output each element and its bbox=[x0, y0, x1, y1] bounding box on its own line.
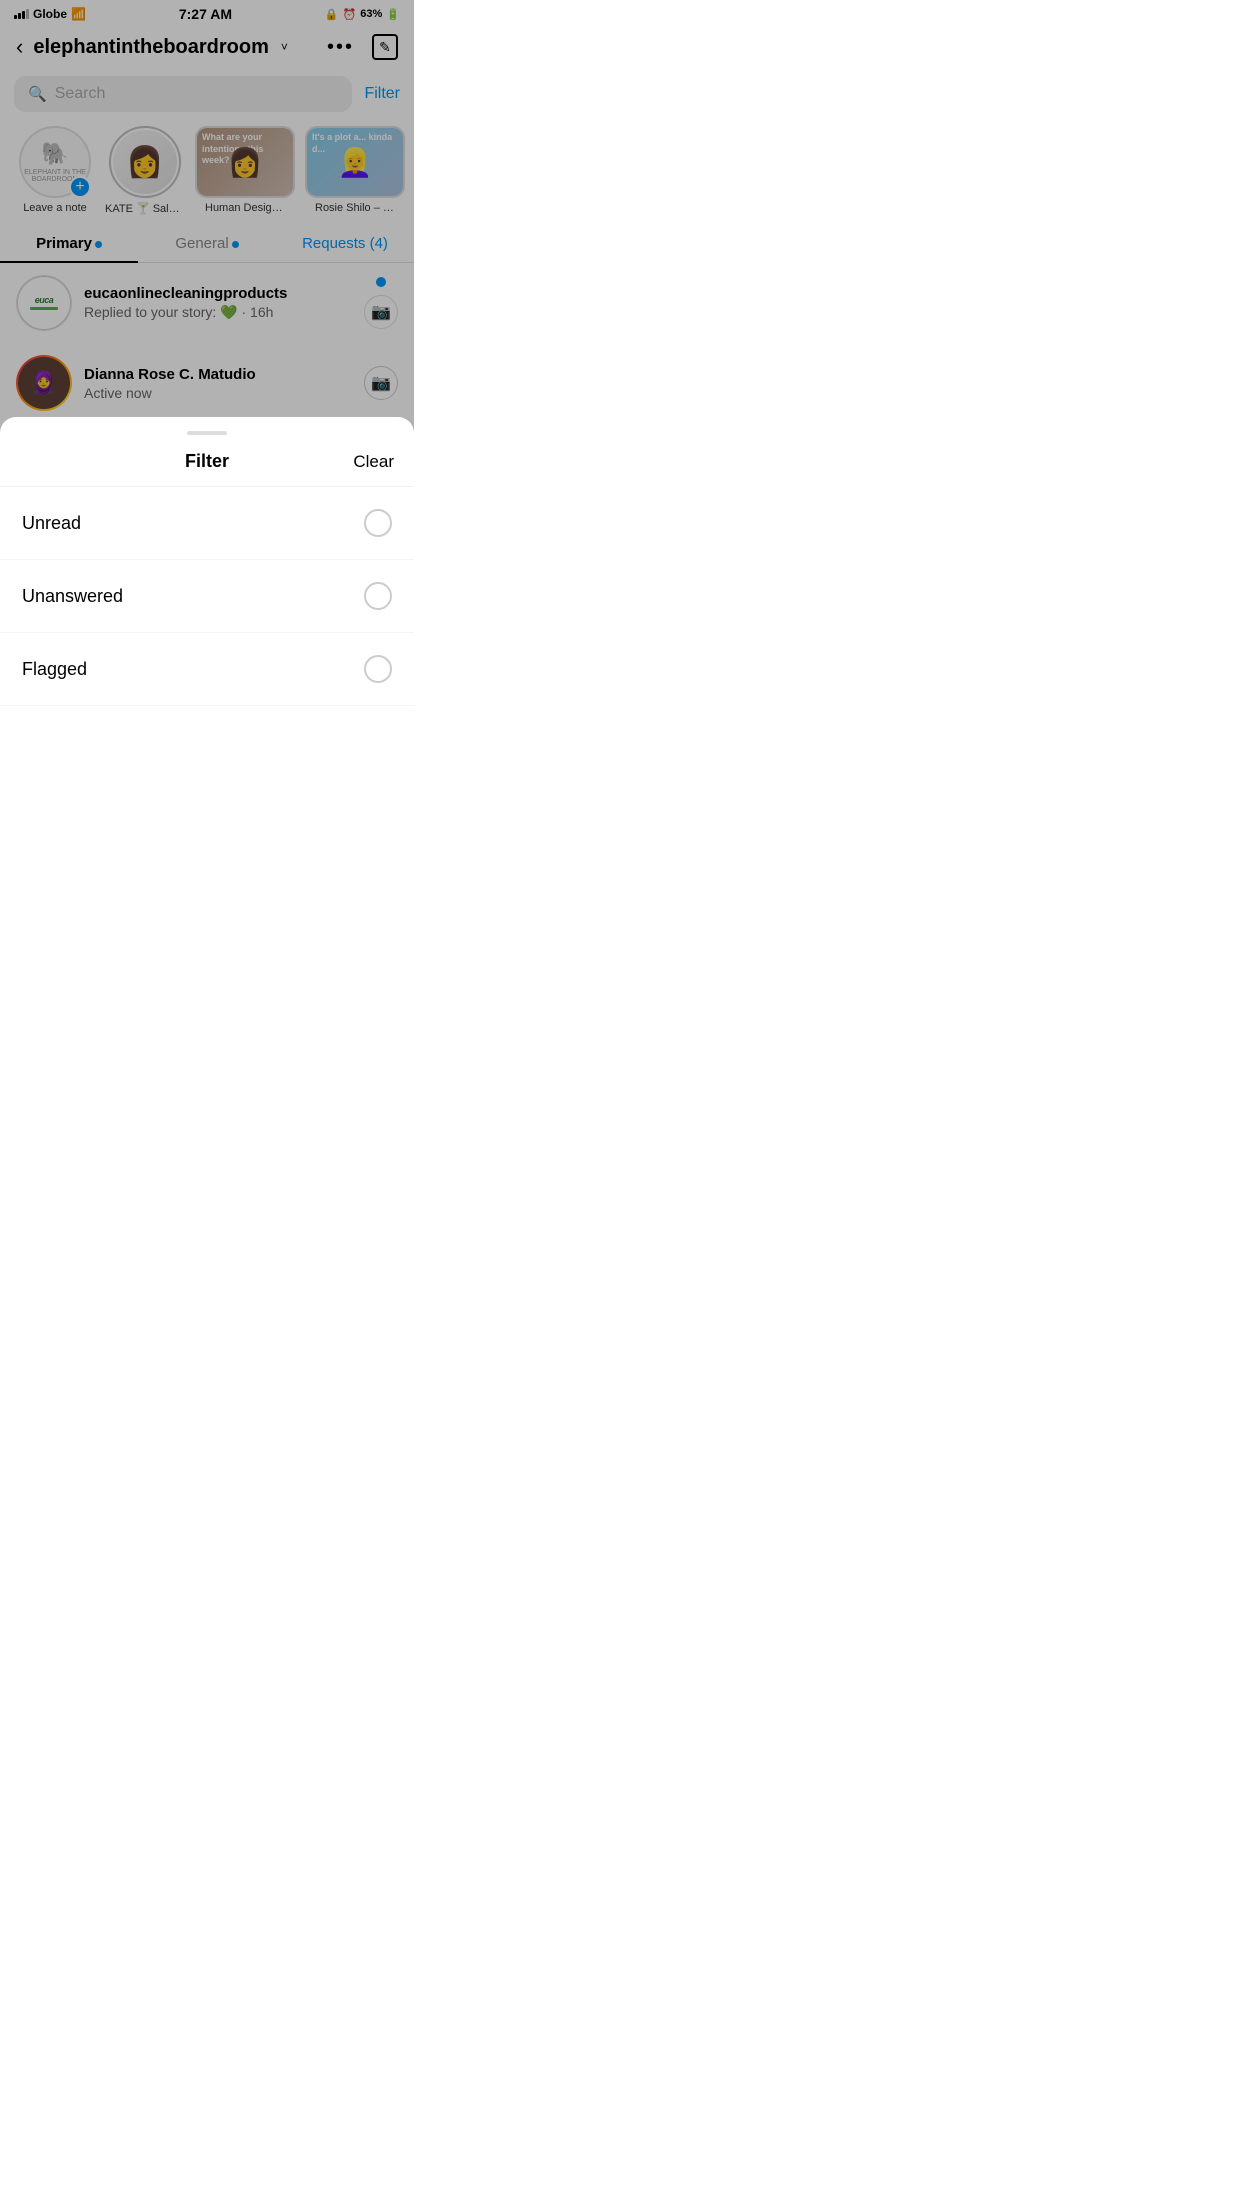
unanswered-label: Unanswered bbox=[22, 586, 123, 607]
unread-radio[interactable] bbox=[364, 509, 392, 537]
sheet-title: Filter bbox=[185, 451, 229, 472]
flagged-label: Flagged bbox=[22, 659, 87, 680]
unanswered-radio[interactable] bbox=[364, 582, 392, 610]
sheet-header: Filter Clear bbox=[0, 451, 414, 487]
filter-option-unanswered[interactable]: Unanswered bbox=[0, 560, 414, 633]
filter-option-unread[interactable]: Unread bbox=[0, 487, 414, 560]
sheet-handle bbox=[187, 431, 227, 435]
filter-sheet: Filter Clear Unread Unanswered Flagged bbox=[0, 417, 414, 736]
unread-label: Unread bbox=[22, 513, 81, 534]
clear-button[interactable]: Clear bbox=[353, 452, 394, 472]
filter-option-flagged[interactable]: Flagged bbox=[0, 633, 414, 706]
flagged-radio[interactable] bbox=[364, 655, 392, 683]
